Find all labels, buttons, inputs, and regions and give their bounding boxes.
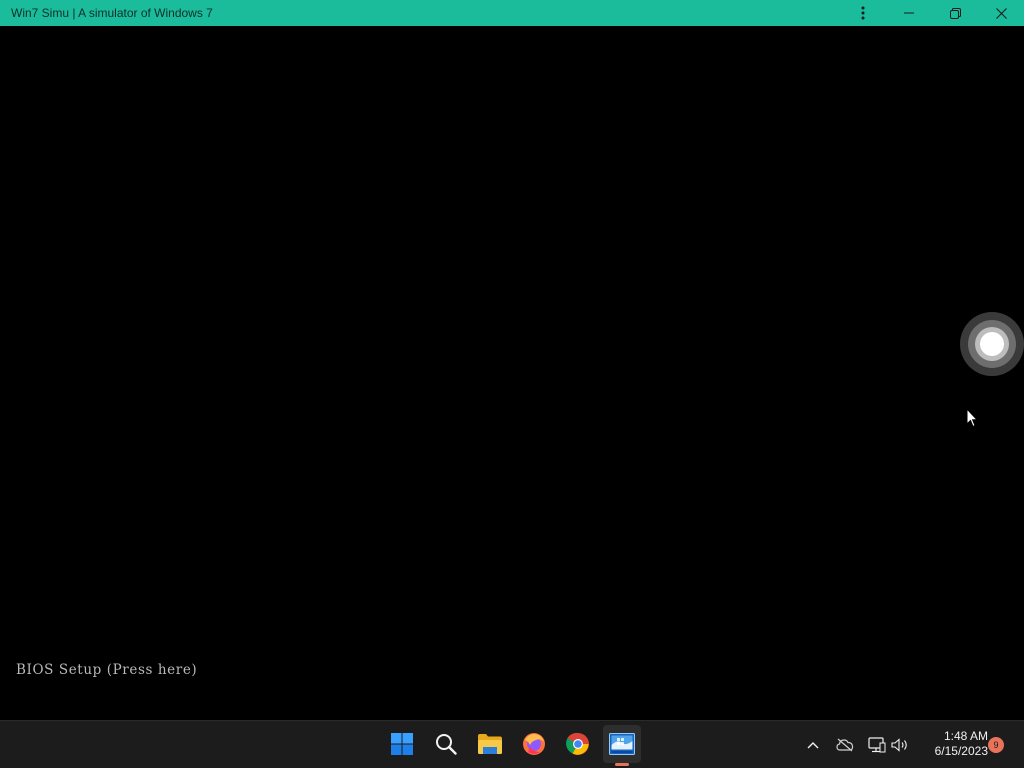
file-explorer-button[interactable] — [471, 725, 509, 763]
firefox-button[interactable] — [515, 725, 553, 763]
kebab-menu-button[interactable] — [840, 0, 886, 26]
notification-badge[interactable]: 9 — [988, 737, 1004, 753]
start-button[interactable] — [383, 725, 421, 763]
window-title: Win7 Simu | A simulator of Windows 7 — [11, 6, 213, 20]
onedrive-tray-button[interactable] — [834, 734, 856, 756]
clock-time: 1:48 AM — [943, 729, 988, 743]
assistive-touch-button[interactable] — [960, 312, 1024, 376]
volume-icon — [891, 738, 907, 752]
windows-logo-icon — [391, 733, 413, 755]
mouse-cursor — [966, 407, 979, 433]
close-button[interactable] — [978, 0, 1024, 26]
taskbar: 1:48 AM 6/15/2023 9 — [0, 720, 1024, 768]
minimize-icon — [904, 12, 914, 14]
assistive-touch-icon — [960, 312, 1024, 376]
active-app-indicator — [615, 763, 629, 766]
window-titlebar: Win7 Simu | A simulator of Windows 7 — [0, 0, 1024, 26]
restore-icon — [949, 7, 961, 19]
network-tray-button[interactable] — [866, 734, 888, 756]
pointer-cursor-icon — [966, 407, 979, 428]
cloud-offline-icon — [836, 738, 854, 752]
network-icon — [868, 737, 886, 753]
folder-icon — [478, 734, 502, 754]
restore-button[interactable] — [932, 0, 978, 26]
clock-date: 6/15/2023 — [934, 744, 988, 758]
volume-tray-button[interactable] — [889, 734, 911, 756]
chrome-icon — [566, 732, 589, 755]
search-button[interactable] — [427, 725, 465, 763]
firefox-icon — [523, 733, 545, 755]
bios-setup-link[interactable]: BIOS Setup (Press here) — [16, 662, 197, 678]
show-hidden-icons-button[interactable] — [802, 734, 824, 756]
emulator-screen[interactable]: BIOS Setup (Press here) — [0, 26, 1024, 720]
win7-simu-icon — [609, 733, 635, 755]
win7-simu-taskbar-button[interactable] — [603, 725, 641, 766]
chrome-button[interactable] — [559, 725, 597, 763]
search-icon — [436, 734, 457, 755]
kebab-menu-icon — [861, 6, 865, 20]
close-icon — [995, 7, 1007, 19]
minimize-button[interactable] — [886, 0, 932, 26]
chevron-up-icon — [807, 742, 819, 749]
taskbar-clock[interactable]: 1:48 AM 6/15/2023 — [918, 729, 988, 759]
